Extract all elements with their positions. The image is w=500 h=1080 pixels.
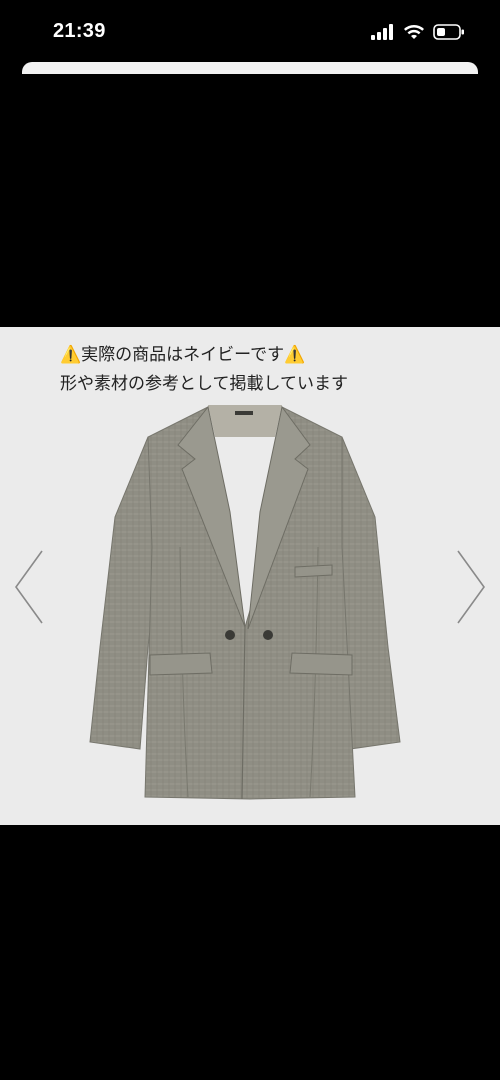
- image-caption: ⚠️実際の商品はネイビーです⚠️ 形や素材の参考として掲載しています: [60, 341, 348, 399]
- warning-icon: ⚠️: [60, 345, 82, 365]
- wifi-icon: [404, 25, 424, 39]
- signal-icon: [371, 24, 393, 40]
- chevron-left-icon: [15, 550, 43, 624]
- warning-icon: ⚠️: [284, 345, 306, 365]
- next-image-button[interactable]: [450, 547, 490, 627]
- caption-text-1: 実際の商品はネイビーです: [81, 345, 285, 365]
- image-viewer[interactable]: ⚠️実際の商品はネイビーです⚠️ 形や素材の参考として掲載しています: [0, 327, 500, 825]
- chevron-right-icon: [457, 550, 485, 624]
- caption-line-1: ⚠️実際の商品はネイビーです⚠️: [60, 341, 348, 370]
- status-bar: 21:39: [0, 0, 500, 62]
- sheet-top-edge: [22, 62, 478, 74]
- caption-line-2: 形や素材の参考として掲載しています: [60, 374, 348, 394]
- product-image: [89, 405, 401, 800]
- status-time: 21:39: [53, 20, 106, 42]
- status-icons: [371, 24, 465, 40]
- prev-image-button[interactable]: [10, 547, 50, 627]
- battery-icon: [433, 24, 464, 40]
